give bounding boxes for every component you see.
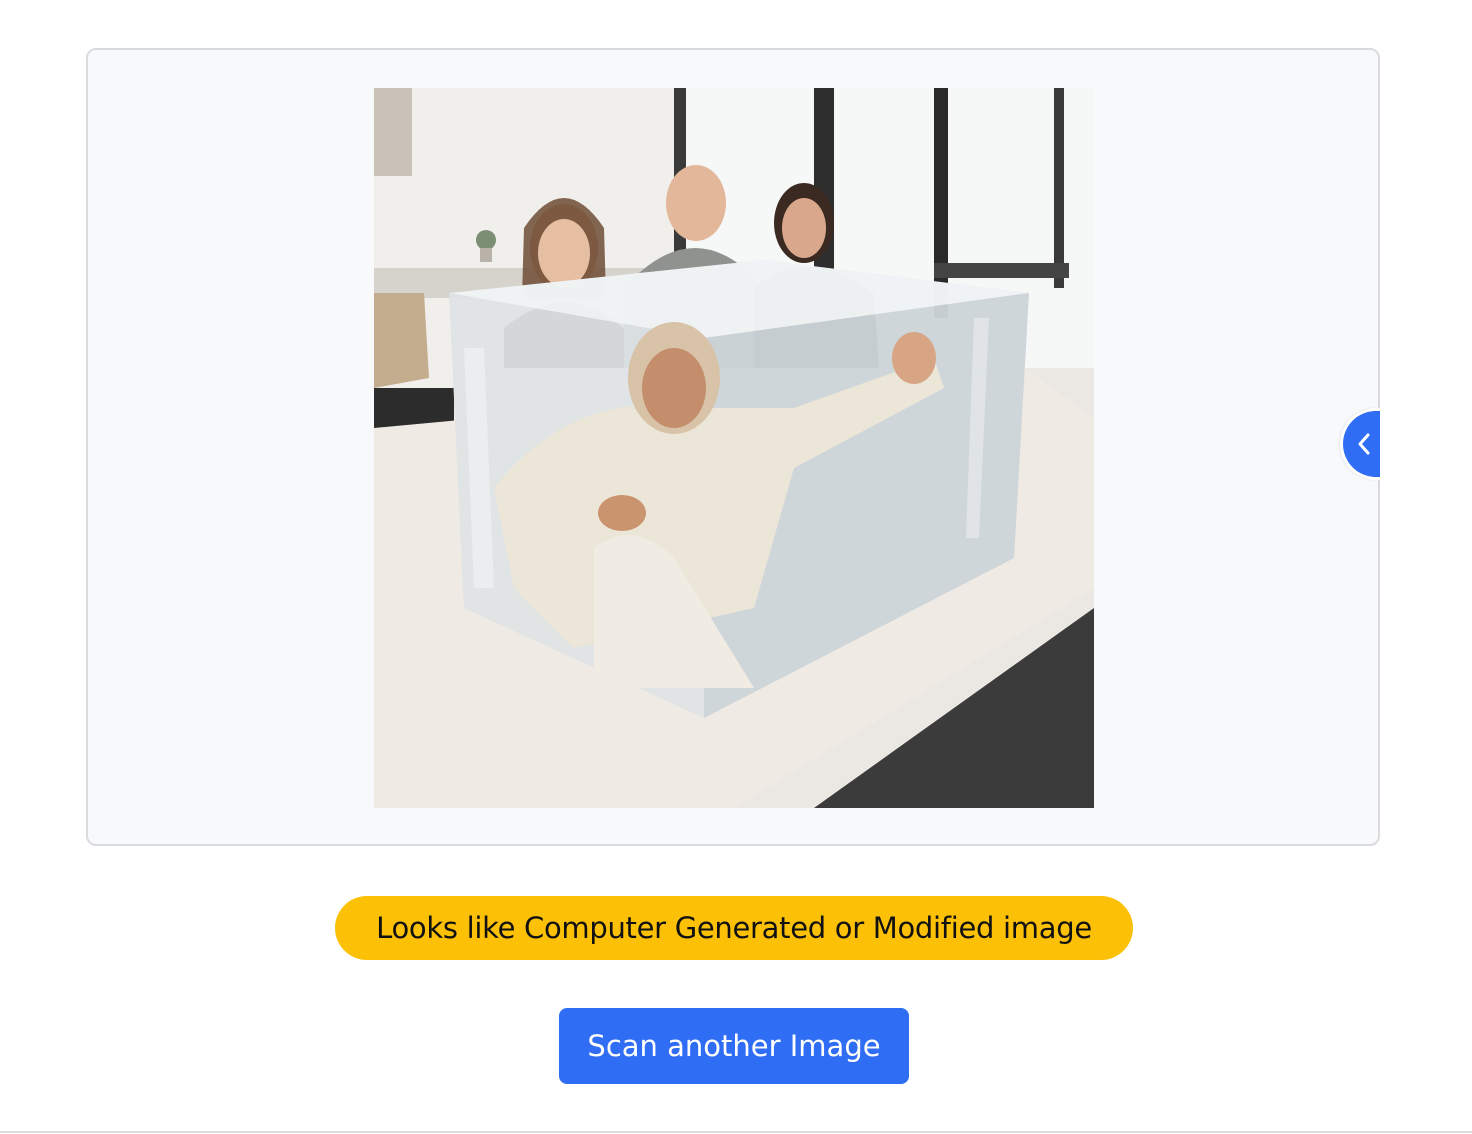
divider: [0, 1131, 1472, 1133]
image-preview-card: [86, 48, 1380, 846]
verdict-badge: Looks like Computer Generated or Modifie…: [335, 896, 1133, 960]
scan-another-image-button[interactable]: Scan another Image: [559, 1008, 909, 1084]
chevron-left-icon: [1358, 433, 1369, 455]
collapse-panel-button[interactable]: [1340, 408, 1380, 480]
page: Looks like Computer Generated or Modifie…: [0, 0, 1472, 1134]
scanned-image: [374, 88, 1094, 808]
